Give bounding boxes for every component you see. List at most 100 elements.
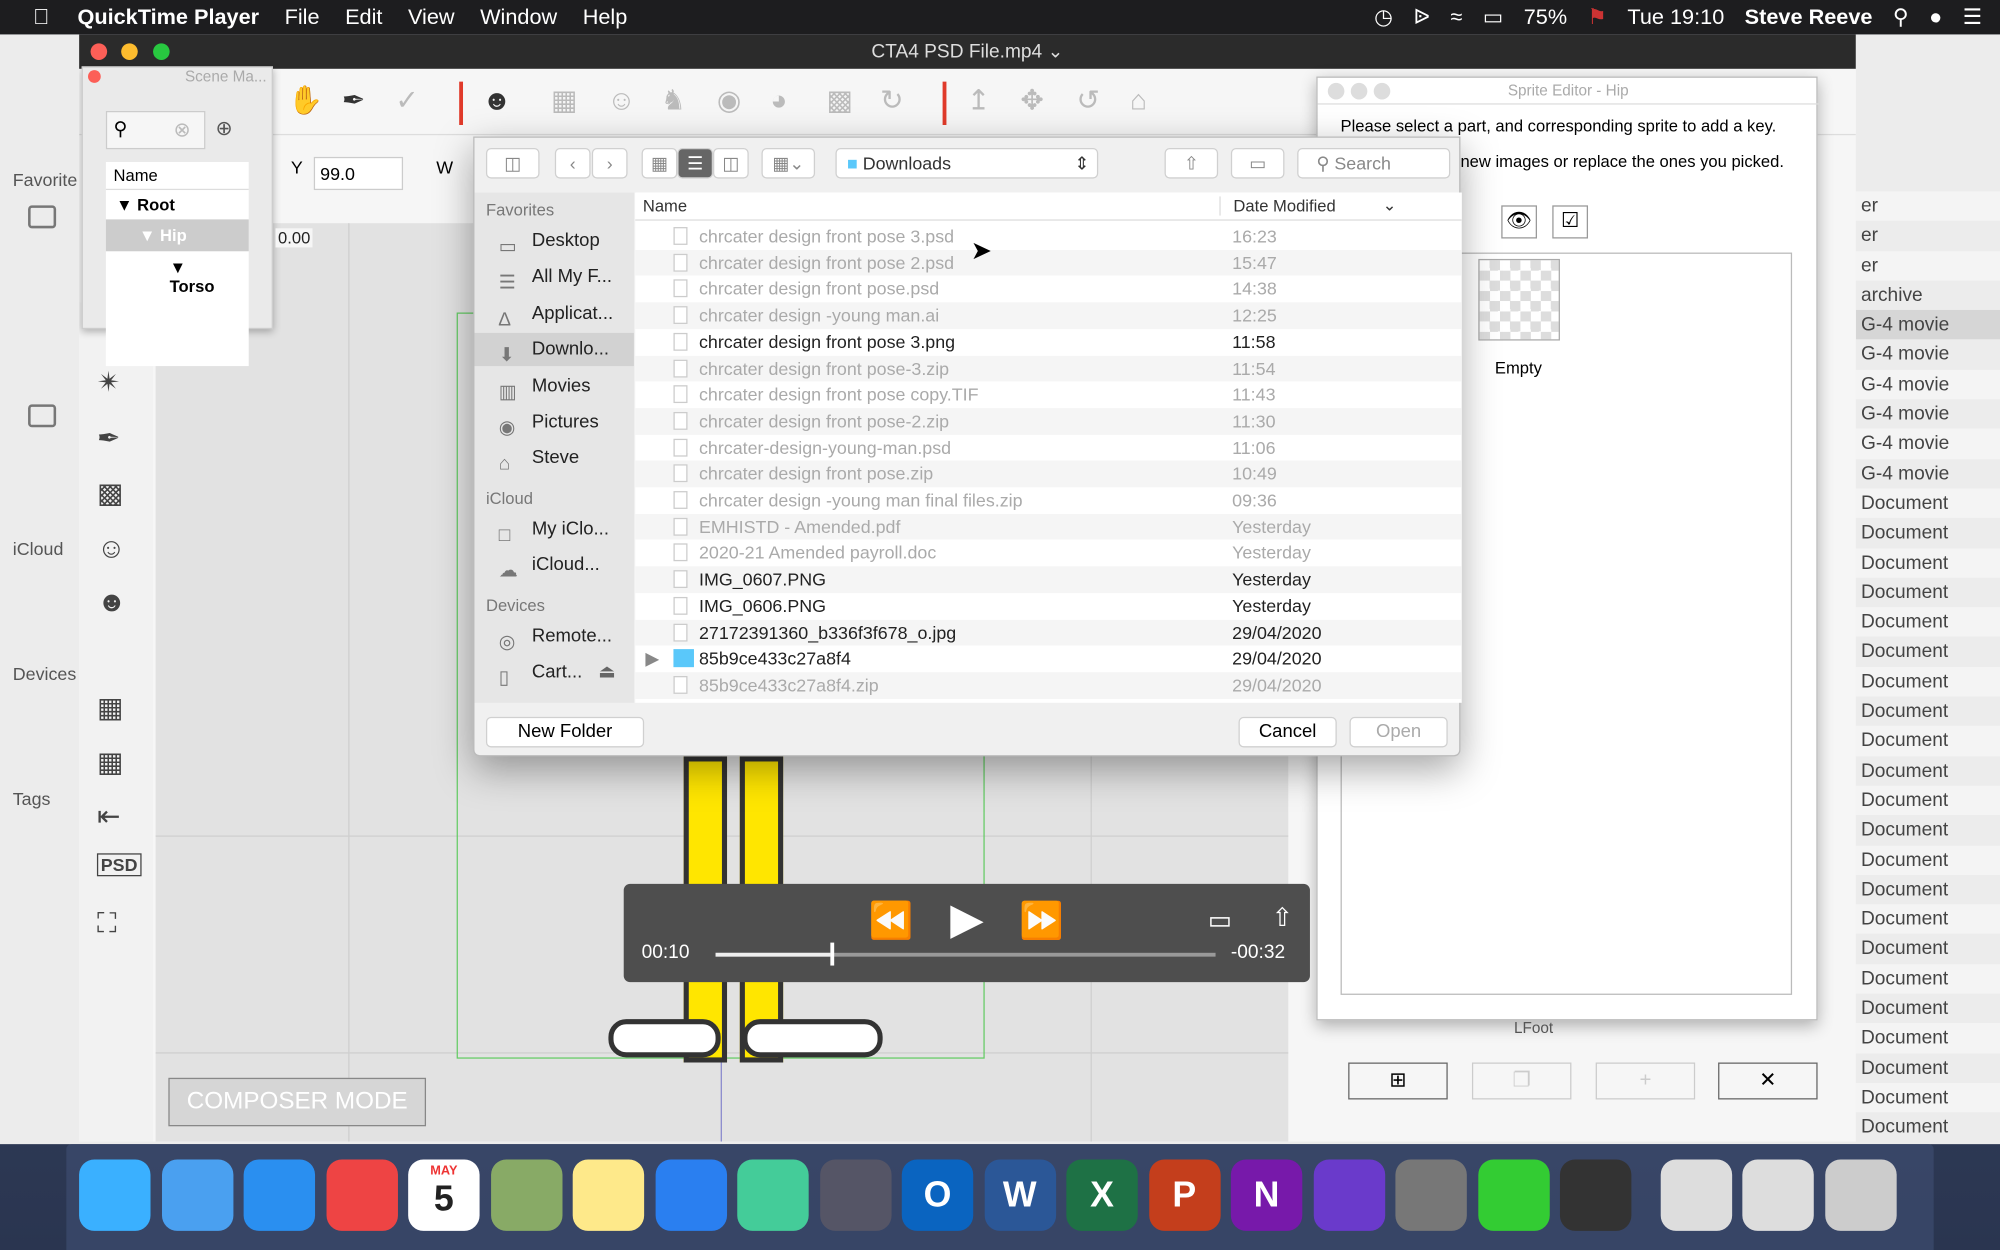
dock-app-store-icon[interactable]	[654, 1159, 727, 1231]
finder-kind-cell[interactable]: Document	[1855, 666, 2000, 697]
eraser-icon[interactable]: ✓	[395, 84, 419, 117]
file-row[interactable]: 85b9ce433c27a8f4.zip 29/04/2020	[635, 672, 1462, 699]
dock-messages-icon[interactable]	[79, 1159, 151, 1231]
tree-node-hip[interactable]: ▼ Hip	[105, 219, 249, 252]
sidebar-item[interactable]: □ My iClo...	[474, 512, 633, 546]
finder-kind-cell[interactable]: Document	[1856, 1053, 2000, 1083]
finder-kind-cell[interactable]: Document	[1856, 518, 2000, 548]
finder-kind-cell[interactable]: Document	[1856, 815, 2000, 845]
back-button[interactable]: ‹	[554, 147, 591, 179]
dock-trash-icon[interactable]	[1824, 1159, 1897, 1231]
spotlight-icon[interactable]: ⚲	[1893, 4, 1909, 30]
dock-documents-icon[interactable]	[1660, 1159, 1732, 1231]
finder-kind-cell[interactable]: Document	[1855, 963, 2000, 994]
file-row[interactable]: chrcater design front pose-2.zip 11:30	[635, 408, 1462, 435]
chevron-down-icon[interactable]: ⌄	[1048, 41, 1064, 63]
tags-button[interactable]: ▭	[1230, 147, 1285, 179]
list-view-button[interactable]: ☰	[677, 147, 714, 179]
finder-kind-cell[interactable]: Document	[1855, 1082, 2000, 1113]
zoom-button[interactable]	[153, 43, 170, 60]
search-field[interactable]: ⚲ Search	[1297, 147, 1451, 179]
grid-icon[interactable]: ▦	[97, 746, 124, 779]
finder-kind-cell[interactable]: Document	[1855, 726, 2000, 756]
eject-icon[interactable]: ⏏	[598, 656, 615, 689]
disclosure-triangle-icon[interactable]: ▶	[645, 646, 659, 672]
menu-app[interactable]: QuickTime Player	[77, 4, 259, 30]
finder-kind-cell[interactable]: G-4 movie	[1855, 429, 2000, 459]
dock-word-icon[interactable]: W	[984, 1159, 1056, 1231]
file-row[interactable]: chrcater design front pose.psd 14:38	[635, 276, 1462, 302]
file-row[interactable]: chrcater design front pose.zip 10:49	[635, 460, 1462, 488]
sidebar-item[interactable]: ⌂ Steve	[474, 442, 633, 475]
head-tool-icon[interactable]: ☻	[482, 84, 512, 117]
rotate-icon[interactable]: ↻	[880, 84, 904, 117]
sidebar-item[interactable]: ∆ Applicat...	[474, 297, 633, 330]
dock-system-preferences-icon[interactable]	[1395, 1159, 1467, 1231]
forward-button[interactable]: ›	[591, 147, 628, 179]
file-row[interactable]: chrcater-design-young-man.psd 11:06	[635, 434, 1462, 460]
battery-percent[interactable]: 75%	[1524, 4, 1567, 30]
finder-kind-cell[interactable]: G-4 movie	[1856, 459, 2000, 489]
column-name[interactable]: Name	[643, 196, 687, 215]
share-button[interactable]: ⇧	[1164, 147, 1219, 179]
enable-checkbox[interactable]: ☑	[1552, 205, 1589, 239]
sidebar-item[interactable]: ◎ Remote...	[474, 619, 633, 653]
finder-kind-cell[interactable]: Document	[1855, 904, 2000, 935]
flag-icon[interactable]: ⚑	[1588, 4, 1607, 30]
file-row[interactable]: chrcater design front pose 2.psd 15:47	[635, 249, 1462, 276]
file-row[interactable]: chrcater design front pose 3.png 11:58	[635, 329, 1462, 355]
dock-launchpad-icon[interactable]	[819, 1159, 891, 1231]
sidebar-item[interactable]: ▯ Cart... ⏏	[474, 656, 633, 689]
menu-file[interactable]: File	[285, 4, 320, 30]
file-row[interactable]: chrcater design front pose 3.psd 16:23	[635, 223, 1462, 249]
finder-kind-cell[interactable]: G-4 movie	[1856, 399, 2000, 429]
dock-notes-icon[interactable]	[572, 1159, 645, 1231]
dock-preview-icon[interactable]	[490, 1159, 562, 1231]
psd-icon[interactable]: PSD	[96, 853, 142, 877]
brush-icon[interactable]: ✒	[97, 422, 121, 455]
import-icon[interactable]: ⇤	[97, 800, 121, 833]
add-button[interactable]: +	[1595, 1062, 1696, 1100]
dock-powerpoint-icon[interactable]: P	[1148, 1159, 1221, 1231]
column-view-button[interactable]: ◫	[713, 147, 749, 179]
finder-kind-cell[interactable]: Document	[1855, 547, 2000, 578]
finder-kind-cell[interactable]: G-4 movie	[1855, 369, 2000, 400]
visibility-button[interactable]: 👁	[1501, 205, 1537, 239]
fast-forward-icon[interactable]: ⏩	[1019, 899, 1063, 941]
mouth-icon[interactable]: ◕	[770, 84, 787, 117]
tree-node-root[interactable]: ▼ Root	[106, 190, 249, 219]
menu-view[interactable]: View	[408, 4, 455, 30]
wifi-icon[interactable]: ≈	[1451, 4, 1463, 30]
user-name[interactable]: Steve Reeve	[1745, 4, 1873, 30]
clock[interactable]: Tue 19:10	[1627, 4, 1724, 30]
location-dropdown[interactable]: ■ Downloads ⇕	[835, 147, 1099, 179]
file-row[interactable]: IMG_0606.PNG Yesterday	[635, 593, 1462, 619]
file-row[interactable]: 27172391360_b336f3f678_o.jpg 29/04/2020	[635, 619, 1462, 646]
dock-chrome-icon[interactable]	[325, 1159, 398, 1231]
sidebar-item[interactable]: ☰ All My F...	[474, 261, 633, 294]
dock-quicktime-icon[interactable]	[1559, 1159, 1632, 1231]
scrubber[interactable]	[715, 942, 1216, 966]
chevron-down-icon[interactable]: ⊕	[216, 116, 233, 142]
finder-kind-cell[interactable]: Document	[1856, 934, 2000, 964]
keyboard-icon[interactable]: ▦	[97, 691, 124, 724]
finder-kind-cell[interactable]: Document	[1856, 875, 2000, 905]
share-icon[interactable]: ⇧	[1272, 902, 1293, 934]
play-icon[interactable]: ▶	[950, 894, 983, 945]
menu-edit[interactable]: Edit	[345, 4, 382, 30]
menu-help[interactable]: Help	[583, 4, 628, 30]
menu-window[interactable]: Window	[480, 4, 557, 30]
import-sprite-button[interactable]: ⊞	[1348, 1062, 1448, 1100]
finder-kind-cell[interactable]: G-4 movie	[1855, 310, 2000, 340]
texture-icon[interactable]: ▩	[97, 477, 124, 510]
move-icon[interactable]: ↥	[967, 84, 991, 117]
close-button[interactable]	[90, 43, 108, 60]
search-input[interactable]: ⚲ ⊗	[105, 110, 206, 150]
composer-mode-button[interactable]: COMPOSER MODE	[168, 1077, 427, 1127]
dock-calendar-icon[interactable]: MAY 5	[408, 1159, 480, 1231]
y-input[interactable]: 99.0	[313, 156, 404, 191]
file-row[interactable]: chrcater design -young man final files.z…	[635, 487, 1462, 513]
body-icon[interactable]: ♞	[661, 84, 686, 117]
dock-finder-icon[interactable]	[161, 1159, 233, 1231]
eye-icon[interactable]: ◉	[717, 84, 741, 117]
